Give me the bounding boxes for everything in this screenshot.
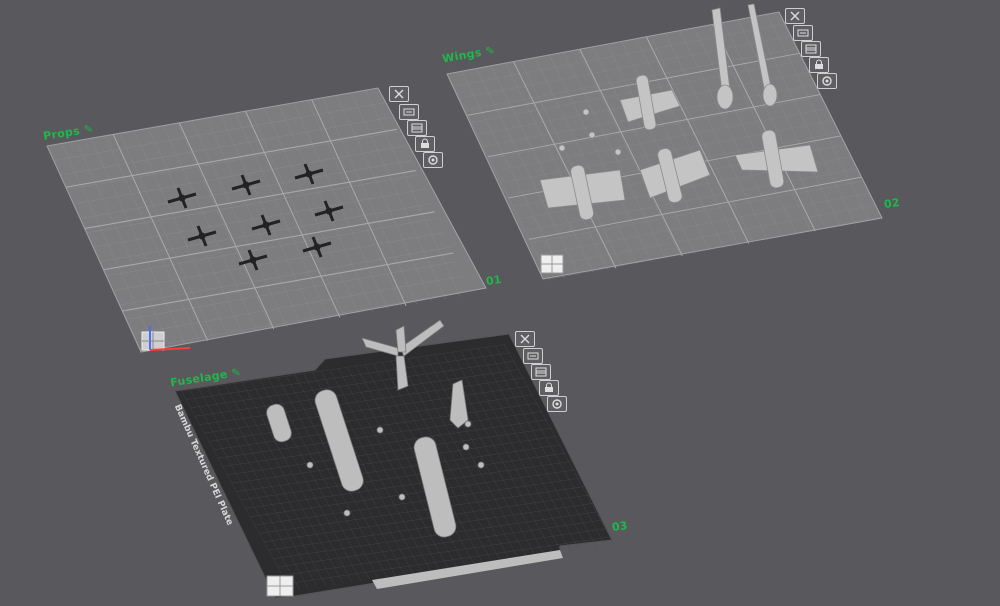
layout-grid-button[interactable] <box>801 41 821 57</box>
layout-grid-icon <box>535 367 547 377</box>
edit-pencil-icon[interactable]: ✎ <box>231 365 242 379</box>
lock-icon <box>545 382 553 392</box>
close-plate-button[interactable] <box>785 8 805 24</box>
plate-corner-icon <box>266 575 294 597</box>
lock-plate-button[interactable] <box>539 380 559 396</box>
settings-icon <box>822 76 832 86</box>
auto-arrange-icon <box>403 108 415 116</box>
plate-fuselage[interactable] <box>174 319 616 599</box>
layout-grid-button[interactable] <box>407 120 427 136</box>
lock-plate-button[interactable] <box>415 136 435 152</box>
auto-arrange-button[interactable] <box>399 104 419 120</box>
settings-icon <box>428 155 438 165</box>
edit-pencil-icon[interactable]: ✎ <box>484 43 496 57</box>
lock-icon <box>421 138 429 148</box>
auto-arrange-button[interactable] <box>523 348 543 364</box>
layout-grid-icon <box>411 123 423 133</box>
close-icon <box>520 334 530 344</box>
auto-arrange-icon <box>527 352 539 360</box>
close-icon <box>790 11 800 21</box>
close-icon <box>394 89 404 99</box>
plate-number-03: 03 <box>611 518 629 535</box>
plate-corner-icon <box>540 254 564 274</box>
lock-icon <box>815 59 823 69</box>
lock-plate-button[interactable] <box>809 57 829 73</box>
settings-icon <box>552 399 562 409</box>
edit-pencil-icon[interactable]: ✎ <box>83 122 94 136</box>
auto-arrange-button[interactable] <box>793 25 813 41</box>
close-plate-button[interactable] <box>515 331 535 347</box>
build-plate-viewport[interactable]: Props ✎ 01 Wings ✎ 02 Fuselage ✎ 03 Bamb… <box>0 0 1000 602</box>
plate-number-02: 02 <box>883 195 901 212</box>
close-plate-button[interactable] <box>389 86 409 102</box>
layout-grid-button[interactable] <box>531 364 551 380</box>
auto-arrange-icon <box>797 29 809 37</box>
scene-canvas[interactable] <box>0 0 1000 602</box>
plate-settings-button[interactable] <box>817 73 837 89</box>
plate-number-01: 01 <box>485 272 503 289</box>
layout-grid-icon <box>805 44 817 54</box>
plate-settings-button[interactable] <box>423 152 443 168</box>
plate-settings-button[interactable] <box>547 396 567 412</box>
